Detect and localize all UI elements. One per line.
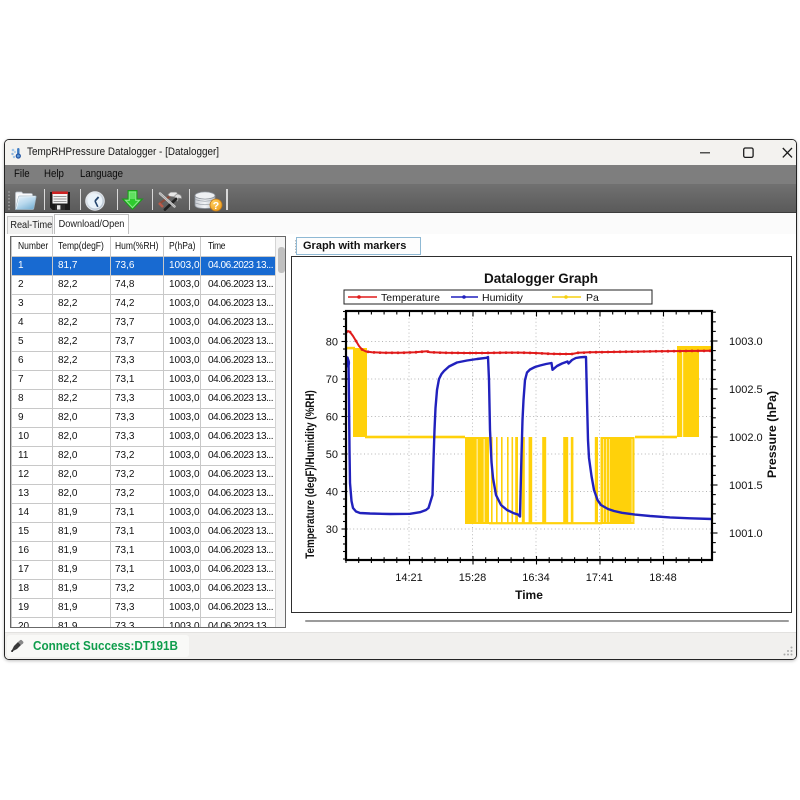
svg-text:30: 30: [326, 524, 338, 536]
svg-text:1003.0: 1003.0: [729, 336, 763, 348]
svg-text:Temperature (degF)/Humidity (%: Temperature (degF)/Humidity (%RH): [304, 390, 317, 559]
svg-text:Time: Time: [515, 588, 543, 602]
svg-text:14:21: 14:21: [395, 572, 423, 584]
svg-text:80: 80: [326, 337, 338, 349]
svg-text:Pa: Pa: [586, 292, 599, 304]
svg-text:50: 50: [326, 449, 338, 461]
svg-text:Datalogger Graph: Datalogger Graph: [484, 271, 598, 286]
svg-text:Humidity: Humidity: [482, 292, 524, 304]
svg-text:1001.0: 1001.0: [729, 528, 763, 540]
svg-text:1002.0: 1002.0: [729, 432, 763, 444]
svg-text:60: 60: [326, 412, 338, 424]
svg-text:1001.5: 1001.5: [729, 480, 763, 492]
svg-text:?: ?: [213, 200, 219, 212]
svg-text:Temperature: Temperature: [381, 292, 440, 304]
svg-text:18:48: 18:48: [649, 572, 677, 584]
svg-text:Pressure (hPa): Pressure (hPa): [765, 391, 778, 478]
svg-text:17:41: 17:41: [586, 572, 614, 584]
svg-text:70: 70: [326, 374, 338, 386]
svg-text:40: 40: [326, 487, 338, 499]
svg-text:16:34: 16:34: [522, 572, 550, 584]
svg-text:1002.5: 1002.5: [729, 384, 763, 396]
svg-text:15:28: 15:28: [459, 572, 487, 584]
